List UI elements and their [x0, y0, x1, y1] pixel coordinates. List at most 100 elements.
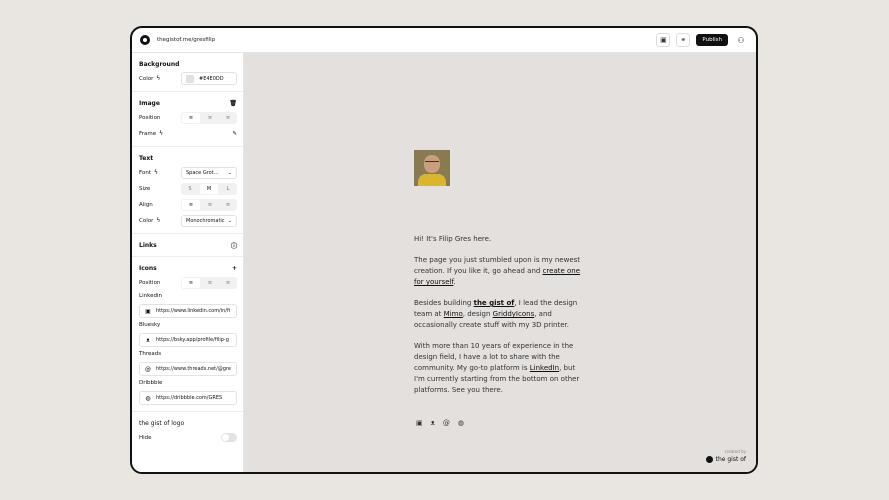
link-icon[interactable]: ⚭ [676, 33, 691, 47]
bio-text[interactable]: Hi! It's Filip Gres here. The page you j… [414, 234, 586, 406]
bluesky-url-value: https://bsky.app/profile/filip-g [156, 337, 229, 343]
align-left-icon[interactable]: ≡ [182, 112, 200, 123]
icons-position-label: Position [139, 279, 161, 286]
background-color-field[interactable]: #E4E0DD [181, 72, 237, 85]
app-window: thegistof.me/gresfilip ▣ ⚭ Publish ⚇ Bac… [130, 26, 758, 474]
dribbble-icon: ◍ [145, 394, 151, 402]
linkedin-url-value: https://www.linkedin.com/in/fi [156, 308, 231, 314]
bolt-icon[interactable]: ϟ [156, 217, 160, 224]
icons-section: Icons + Position ≡ ≡ ≡ Linkedin ▣ https://ww… [132, 257, 243, 412]
hide-label: Hide [139, 434, 152, 441]
text-section: Text Font ϟ Space Grot... ⌄ Size SML Align… [132, 147, 243, 234]
pencil-icon[interactable]: ✎ [232, 131, 237, 137]
font-label: Font [139, 169, 151, 176]
threads-label: Threads [139, 351, 162, 357]
align-right-icon[interactable]: ≡ [219, 112, 237, 124]
align-right-icon[interactable]: ≡ [219, 277, 237, 289]
text-align-left-icon[interactable]: ≡ [182, 199, 200, 210]
image-section: Image 🗑 Position ≡ ≡ ≡ Frame ϟ ✎ [132, 92, 243, 147]
bio-paragraph-3: Besides building the gist of, I lead the… [414, 299, 578, 329]
bio-paragraph-2: The page you just stumbled upon is my ne… [414, 256, 581, 286]
info-icon[interactable]: ⓘ [231, 241, 237, 250]
links-section: Links ⓘ [132, 234, 243, 257]
linkedin-icon[interactable]: ▣ [416, 419, 423, 427]
profile-photo[interactable] [414, 150, 450, 186]
page-url[interactable]: thegistof.me/gresfilip [157, 37, 215, 43]
mimo-link[interactable]: Mimo [444, 310, 463, 318]
linkedin-link[interactable]: LinkedIn [530, 364, 559, 372]
links-title: Links [139, 241, 157, 249]
hide-logo-toggle[interactable] [221, 433, 237, 442]
image-title: Image [139, 99, 160, 107]
bio-paragraph-4: With more than 10 years of experience in… [414, 342, 580, 394]
size-control[interactable]: SML [181, 182, 237, 195]
text-title: Text [139, 154, 154, 162]
dribbble-url-value: https://dribbble.com/GRES [156, 395, 223, 401]
page-preview: Hi! It's Filip Gres here. The page you j… [244, 53, 756, 472]
image-position-label: Position [139, 114, 161, 121]
chevron-down-icon: ⌄ [227, 217, 232, 224]
text-color-value: Monochromatic [186, 217, 225, 224]
size-label: Size [139, 185, 151, 192]
bolt-icon[interactable]: ϟ [159, 130, 163, 137]
griddyicons-link[interactable]: GriddyIcons [493, 310, 535, 318]
social-icons: ▣ ᴥ @ ◍ [416, 419, 464, 427]
bio-paragraph-1: Hi! It's Filip Gres here. [414, 235, 492, 243]
powered-by-brand: the gist of [715, 456, 746, 463]
chevron-down-icon: ⌄ [227, 169, 232, 176]
publish-button[interactable]: Publish [696, 34, 728, 46]
settings-sidebar: Background Color ϟ #E4E0DD Image 🗑 Positio… [132, 53, 244, 472]
bluesky-label: Bluesky [139, 322, 161, 328]
gist-logo-icon [705, 456, 713, 463]
size-l[interactable]: L [219, 183, 237, 195]
app-logo-icon[interactable] [140, 35, 150, 45]
text-color-select[interactable]: Monochromatic ⌄ [181, 214, 237, 227]
frame-label: Frame [139, 130, 157, 137]
bolt-icon[interactable]: ϟ [154, 169, 158, 176]
threads-icon: @ [145, 365, 151, 373]
align-label: Align [139, 201, 153, 208]
trash-icon[interactable]: 🗑 [229, 100, 237, 107]
linkedin-url-input[interactable]: ▣ https://www.linkedin.com/in/fi [139, 304, 237, 318]
background-section: Background Color ϟ #E4E0DD [132, 53, 243, 92]
linkedin-label: Linkedin [139, 293, 162, 299]
text-align-right-icon[interactable]: ≡ [219, 199, 237, 211]
align-center-icon[interactable]: ≡ [201, 112, 219, 124]
font-select[interactable]: Space Grot... ⌄ [181, 166, 237, 179]
text-color-label: Color [139, 217, 154, 224]
dribbble-label: Dribbble [139, 380, 163, 386]
the-gist-of-link[interactable]: the gist of [474, 299, 515, 307]
background-color-value: #E4E0DD [199, 75, 224, 82]
threads-url-value: https://www.threads.net/@gre [156, 366, 231, 372]
powered-by-badge[interactable]: created by the gist of [705, 449, 746, 463]
color-swatch[interactable] [186, 74, 194, 83]
logo-section: the gist of logo Hide [132, 412, 243, 450]
bolt-icon[interactable]: ϟ [156, 75, 160, 82]
background-title: Background [139, 60, 180, 68]
dribbble-url-input[interactable]: ◍ https://dribbble.com/GRES [139, 391, 237, 405]
bluesky-url-input[interactable]: ᴥ https://bsky.app/profile/filip-g [139, 333, 237, 347]
image-position-control[interactable]: ≡ ≡ ≡ [181, 111, 237, 124]
add-icon[interactable]: + [232, 265, 237, 272]
powered-by-label: created by [724, 449, 746, 454]
bluesky-icon[interactable]: ᴥ [431, 419, 435, 427]
linkedin-icon: ▣ [145, 307, 151, 315]
bluesky-icon: ᴥ [146, 336, 150, 344]
icons-position-control[interactable]: ≡ ≡ ≡ [181, 276, 237, 289]
logo-title: the gist of logo [139, 419, 185, 427]
threads-icon[interactable]: @ [443, 419, 450, 427]
size-s[interactable]: S [181, 183, 199, 195]
text-align-center-icon[interactable]: ≡ [201, 199, 219, 211]
align-center-icon[interactable]: ≡ [201, 277, 219, 289]
text-align-control[interactable]: ≡ ≡ ≡ [181, 198, 237, 211]
font-value: Space Grot... [186, 169, 219, 176]
threads-url-input[interactable]: @ https://www.threads.net/@gre [139, 362, 237, 376]
color-label: Color [139, 75, 154, 82]
dribbble-icon[interactable]: ◍ [458, 419, 464, 427]
icons-title: Icons [139, 264, 157, 272]
align-left-icon[interactable]: ≡ [182, 277, 200, 288]
user-icon[interactable]: ⚇ [734, 33, 748, 47]
top-bar: thegistof.me/gresfilip ▣ ⚭ Publish ⚇ [132, 28, 756, 53]
size-m[interactable]: M [200, 183, 218, 194]
save-icon[interactable]: ▣ [656, 33, 671, 47]
